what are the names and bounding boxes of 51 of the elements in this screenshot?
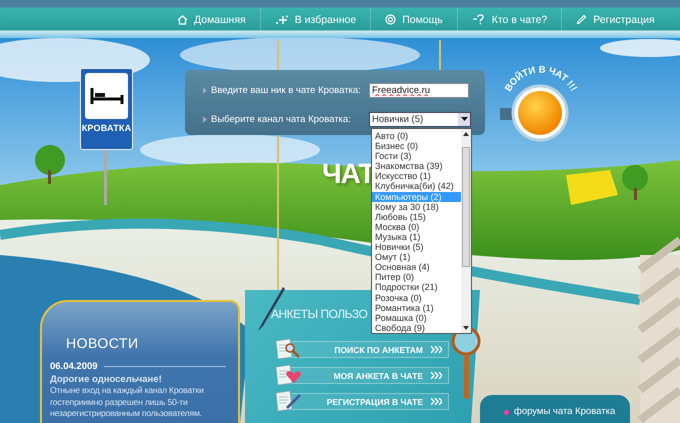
channel-option[interactable]: Клубничка(би) (42) [372,181,461,192]
channel-option[interactable]: Питер (0) [372,272,461,282]
channel-option[interactable]: Подростки (21) [372,282,461,292]
double-chevron-icon [431,398,442,405]
channel-label: Выберите канал чата Кроватка: [211,114,351,124]
channel-select[interactable]: Новички (5) [369,112,471,126]
channel-option[interactable]: Ромашка (0) [372,312,461,323]
channel-option[interactable]: Омут (1) [372,252,461,262]
nick-label: Введите ваш ник в чате Кроватка: [211,84,361,96]
double-chevron-icon [431,346,442,353]
scroll-up-icon [463,132,469,136]
lifebuoy-icon [385,14,396,25]
document-magnifier-icon [274,338,302,360]
question-icon [472,14,486,25]
channel-option[interactable]: Кому за 30 (18) [372,202,461,212]
sign-label: КРОВАТКА [82,123,132,133]
profiles-title: АНКЕТЫ ПОЛЬЗО [271,307,368,321]
channel-option[interactable]: Любовь (15) [372,212,461,222]
channel-option[interactable]: Бизнес (0) [372,141,461,152]
nick-input[interactable]: Freeadvice.ru [369,82,469,98]
news-text: Отныне вход на каждый канал Кроватки гостеприимно разрешен лишь 50-ти незарегистрированным пользователям. [50,385,205,420]
channel-option[interactable]: Гости (3) [372,151,461,162]
channel-option[interactable]: Основная (4) [372,262,461,272]
double-chevron-icon [431,372,442,379]
scrollbar[interactable] [461,129,471,333]
scroll-down-icon [463,326,469,330]
channel-option[interactable]: Розочка (0) [372,292,461,303]
tree-drawing [35,145,65,184]
channel-option[interactable]: Искусство (1) [372,171,461,182]
bullet-icon [504,410,509,415]
channel-option[interactable]: Авто (0) [372,131,461,142]
document-pen-icon [274,390,302,412]
document-heart-icon [274,364,302,386]
home-icon [177,14,188,24]
channel-option[interactable]: Москва (0) [372,222,461,232]
arrow-icon [203,116,207,122]
channel-option[interactable]: Новички (5) [372,242,461,252]
news-headline: Дорогие односельчане! [50,374,163,385]
channel-option[interactable]: Свобода (9) [372,322,461,333]
sparkle-icon [274,14,289,24]
dropdown-arrow-icon [460,117,468,121]
news-title: НОВОСТИ [66,335,140,351]
tree-drawing [622,165,648,200]
sofa-drawing [566,170,618,205]
channel-option[interactable]: Романтика (1) [372,302,461,313]
channel-option[interactable]: Знакомства (39) [372,161,461,172]
arrow-icon [203,86,207,94]
channel-option[interactable]: Музыка (1) [372,232,461,242]
bed-icon [90,87,124,105]
pencil-icon [576,14,588,25]
news-date: 06.04.2009 [50,361,98,372]
